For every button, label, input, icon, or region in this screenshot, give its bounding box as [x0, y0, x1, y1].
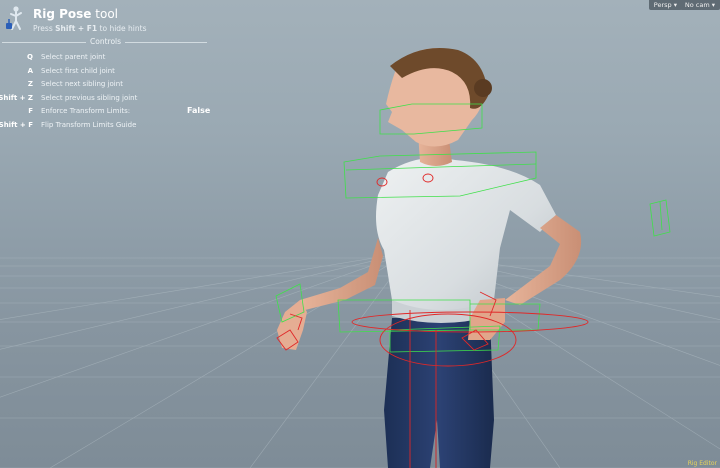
hint-key: Shift + F: [0, 121, 33, 129]
camera-mode-label: Persp: [653, 1, 672, 9]
hint-description: Select first child joint: [41, 67, 115, 75]
hint-key: Z: [27, 80, 33, 88]
3d-viewport[interactable]: Rig Pose tool Press Shift + F1 to hide h…: [0, 0, 720, 468]
camera-select-label: No cam: [684, 1, 710, 9]
tool-name: Rig Pose: [33, 7, 92, 21]
rig-pose-figure-icon: [6, 6, 22, 30]
tool-suffix: tool: [95, 7, 119, 21]
hint-description: Select next sibling joint: [41, 80, 123, 88]
hint-description: Select previous sibling joint: [41, 94, 138, 102]
hint-keys: Shift + F1: [55, 24, 98, 33]
camera-select-menu[interactable]: No cam ▾: [679, 0, 720, 10]
hint-description: Flip Transform Limits Guide: [41, 121, 137, 129]
hint-key: Shift + Z: [0, 94, 33, 102]
hint-key: Q: [27, 53, 33, 61]
controls-divider: Controls: [2, 37, 207, 47]
hint-description: Select parent joint: [41, 53, 106, 61]
hint-row-select-next-sibling: Z Select next sibling joint: [0, 80, 210, 92]
camera-mode-menu[interactable]: Persp ▾: [648, 0, 682, 10]
character-legs: [384, 318, 494, 468]
enforce-limits-value: False: [187, 106, 211, 115]
chevron-down-icon: ▾: [673, 1, 677, 9]
hint-key: F: [28, 107, 33, 115]
rig-editor-label: Rig Editor: [687, 460, 717, 467]
controls-heading: Controls: [90, 37, 122, 46]
hint-row-select-previous-sibling: Shift + Z Select previous sibling joint: [0, 94, 210, 106]
character-head: [386, 48, 492, 166]
hint-description: Enforce Transform Limits:: [41, 107, 131, 115]
tool-title: Rig Pose tool: [33, 7, 118, 21]
hint-toggle-text: Press Shift + F1 to hide hints: [33, 24, 147, 33]
hint-row-select-parent: Q Select parent joint: [0, 53, 210, 65]
hint-suffix: to hide hints: [99, 24, 147, 33]
hint-row-enforce-limits: F Enforce Transform Limits: False: [0, 106, 211, 119]
hint-prefix: Press: [33, 24, 53, 33]
hint-key: A: [27, 67, 33, 75]
hint-row-flip-limits-guide: Shift + F Flip Transform Limits Guide: [0, 121, 210, 133]
divider-right: [125, 42, 207, 43]
divider-left: [2, 42, 86, 43]
hint-row-select-first-child: A Select first child joint: [0, 67, 210, 79]
chevron-down-icon: ▾: [711, 1, 715, 9]
